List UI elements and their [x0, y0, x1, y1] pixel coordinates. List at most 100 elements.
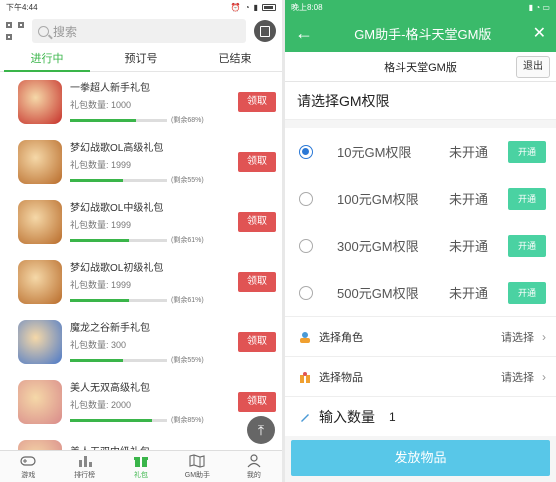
activate-button[interactable]: 开通	[508, 281, 546, 304]
pencil-icon	[301, 413, 309, 422]
nav-gifts-label: 礼包	[134, 472, 149, 479]
scroll-top-button[interactable]: ⤒	[247, 416, 275, 444]
gift-progress: (剩余85%)	[70, 415, 238, 425]
nav-gm-label: GM助手	[184, 472, 211, 479]
gift-list-screen: 下午4:44 ⏰ ◔ ▮ 搜索 进行中 预订号 已结束 一拳超人新手礼包 礼包数…	[0, 0, 282, 482]
status-bar-right: 晚上8:08 ▮ ◔ ▭	[285, 0, 556, 14]
gift-info: 梦幻战歌OL高级礼包 礼包数量: 1999 (剩余55%)	[70, 139, 238, 185]
section-title: 请选择GM权限	[285, 82, 556, 120]
select-role-row[interactable]: 选择角色 请选择 ›	[285, 316, 556, 356]
nav-games[interactable]: 游戏	[0, 451, 56, 482]
select-role-value: 请选择	[501, 331, 534, 344]
gift-progress: (剩余68%)	[70, 115, 238, 125]
nav-mine[interactable]: 我的	[226, 451, 282, 482]
gift-info: 魔龙之谷新手礼包 礼包数量: 300 (剩余55%)	[70, 319, 238, 365]
radio-button[interactable]	[299, 144, 313, 159]
send-item-button[interactable]: 发放物品	[291, 440, 550, 476]
game-icon	[18, 380, 62, 424]
search-row: 搜索	[0, 14, 282, 48]
back-arrow-icon[interactable]: ←	[295, 23, 313, 44]
bottom-nav: 游戏 排行榜 礼包 GM助手 我的	[0, 450, 282, 482]
select-item-value: 请选择	[501, 371, 534, 384]
tab-ongoing[interactable]: 进行中	[0, 48, 94, 72]
download-icon	[260, 25, 270, 37]
nav-rank[interactable]: 排行榜	[56, 451, 112, 482]
game-icon	[18, 260, 62, 304]
quantity-label: 输入数量	[319, 408, 375, 425]
gift-title: 梦幻战歌OL初级礼包	[70, 263, 164, 274]
progress-bar	[70, 178, 167, 182]
remaining-text: (剩余55%)	[171, 357, 204, 364]
progress-bar	[70, 358, 167, 362]
gift-count: 礼包数量: 1999	[70, 220, 132, 230]
activate-button[interactable]: 开通	[508, 140, 546, 163]
gift-title: 一拳超人新手礼包	[70, 83, 150, 94]
gift-info: 一拳超人新手礼包 礼包数量: 1000 (剩余68%)	[70, 79, 238, 125]
chevron-right-icon: ›	[542, 329, 546, 344]
quantity-row[interactable]: 输入数量 1	[285, 396, 556, 436]
status-time-right: 晚上8:08	[291, 2, 323, 12]
signal-icon: ▮	[253, 2, 258, 12]
radio-button[interactable]	[299, 285, 313, 300]
claim-button[interactable]: 领取	[238, 152, 276, 172]
game-icon	[18, 140, 62, 184]
scan-icon[interactable]	[6, 22, 24, 40]
gift-title: 梦幻战歌OL中级礼包	[70, 203, 164, 214]
gift-progress: (剩余61%)	[70, 235, 238, 245]
claim-button[interactable]: 领取	[238, 212, 276, 232]
claim-button[interactable]: 领取	[238, 272, 276, 292]
gift-icon	[134, 457, 149, 467]
progress-bar	[70, 298, 167, 302]
claim-button[interactable]: 领取	[238, 332, 276, 352]
gift-tabs: 进行中 预订号 已结束	[0, 48, 282, 72]
select-item-label: 选择物品	[319, 371, 363, 384]
tab-reserve[interactable]: 预订号	[94, 48, 188, 71]
select-item-row[interactable]: 选择物品 请选择 ›	[285, 356, 556, 396]
nav-games-label: 游戏	[21, 472, 36, 479]
close-icon[interactable]: ✕	[533, 23, 546, 43]
remaining-text: (剩余55%)	[171, 177, 204, 184]
exit-button[interactable]: 退出	[516, 56, 550, 78]
permission-row[interactable]: 100元GM权限 未开通 开通	[285, 175, 556, 222]
permission-row[interactable]: 300元GM权限 未开通 开通	[285, 222, 556, 269]
activate-button[interactable]: 开通	[508, 234, 546, 257]
claim-button[interactable]: 领取	[238, 92, 276, 112]
gift-title: 魔龙之谷新手礼包	[70, 323, 150, 334]
permission-name: 300元GM权限	[337, 239, 419, 254]
nav-gifts[interactable]: 礼包	[113, 451, 169, 482]
gift-list: 一拳超人新手礼包 礼包数量: 1000 (剩余68%) 领取 梦幻战歌OL高级礼…	[0, 72, 282, 482]
permission-row[interactable]: 500元GM权限 未开通 开通	[285, 269, 556, 316]
gift-title: 美人无双高级礼包	[70, 383, 150, 394]
progress-bar	[70, 418, 167, 422]
game-title: 格斗天堂GM版	[384, 61, 457, 74]
search-input[interactable]: 搜索	[32, 19, 246, 43]
gift-progress: (剩余61%)	[70, 295, 238, 305]
game-icon	[18, 320, 62, 364]
battery-icon	[262, 3, 276, 11]
map-icon	[189, 454, 205, 468]
select-role-label: 选择角色	[319, 331, 363, 344]
game-icon	[18, 200, 62, 244]
permission-status: 未开通	[449, 192, 489, 207]
tab-ended[interactable]: 已结束	[188, 48, 282, 71]
gift-progress: (剩余55%)	[70, 175, 238, 185]
gamepad-icon	[20, 456, 36, 466]
nav-rank-label: 排行榜	[74, 472, 96, 479]
quantity-input[interactable]: 1	[389, 410, 396, 424]
progress-bar	[70, 118, 167, 122]
permission-row[interactable]: 10元GM权限 未开通 开通	[285, 128, 556, 175]
remaining-text: (剩余68%)	[171, 117, 204, 124]
claim-button[interactable]: 领取	[238, 392, 276, 412]
permission-status: 未开通	[449, 239, 489, 254]
download-button[interactable]	[254, 20, 276, 42]
radio-button[interactable]	[299, 238, 313, 253]
nav-gm[interactable]: GM助手	[169, 451, 225, 482]
game-subheader: 格斗天堂GM版 退出	[285, 52, 556, 82]
search-placeholder: 搜索	[53, 24, 78, 39]
radio-button[interactable]	[299, 191, 313, 206]
progress-bar	[70, 238, 167, 242]
status-time: 下午4:44	[6, 2, 38, 12]
gift-item: 梦幻战歌OL初级礼包 礼包数量: 1999 (剩余61%) 领取	[0, 252, 282, 312]
remaining-text: (剩余85%)	[171, 417, 204, 424]
activate-button[interactable]: 开通	[508, 187, 546, 210]
